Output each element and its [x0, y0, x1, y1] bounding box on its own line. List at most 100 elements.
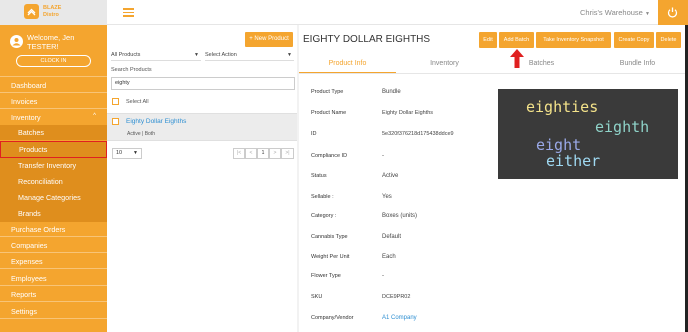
nav-inventory-label: Inventory	[11, 113, 41, 122]
weight-per-unit-value: Each	[382, 254, 396, 260]
nav-products[interactable]: Products	[0, 141, 107, 158]
nav-transfer-inventory[interactable]: Transfer Inventory	[0, 158, 107, 174]
select-all-checkbox[interactable]	[112, 98, 119, 105]
sku-value: DCE9PR02	[382, 294, 411, 300]
product-status: Active | Both	[127, 131, 155, 137]
action-select[interactable]: Select Action ▼	[205, 52, 294, 61]
pager-current-page[interactable]: 1	[257, 148, 269, 159]
tab-product-info[interactable]: Product Info	[299, 55, 396, 73]
nav-divider	[0, 236, 107, 237]
pager-prev-button[interactable]: <	[245, 148, 257, 159]
brand-header: BLAZE Distro	[0, 0, 107, 25]
field-label: Product Name	[311, 110, 347, 116]
search-input[interactable]: eighty	[111, 77, 295, 90]
nav-inventory[interactable]: Inventory ^	[0, 113, 107, 124]
chevron-down-icon: ▼	[644, 11, 650, 17]
wordcloud-word: eighth	[595, 118, 650, 136]
tabs-divider	[299, 73, 688, 74]
nav-divider	[0, 285, 107, 286]
chevron-down-icon: ▼	[133, 150, 138, 156]
create-copy-button[interactable]: Create Copy	[614, 32, 654, 48]
delete-button[interactable]: Delete	[656, 32, 681, 48]
nav-purchase-orders[interactable]: Purchase Orders	[0, 225, 107, 234]
new-product-button[interactable]: + New Product	[245, 32, 293, 47]
status-value: Active	[382, 173, 399, 179]
product-name-link[interactable]: Eighty Dollar Eighths	[126, 118, 186, 125]
nav-employees[interactable]: Employees	[0, 274, 107, 283]
top-bar: Chris's Warehouse ▼	[107, 0, 688, 25]
chevron-up-icon: ^	[93, 113, 96, 119]
company-vendor-link[interactable]: A1 Company	[382, 315, 417, 321]
field-label: SKU	[311, 294, 323, 300]
action-select-value: Select Action	[205, 52, 237, 58]
product-filter-value: All Products	[111, 52, 141, 58]
page-size-value: 10	[116, 150, 123, 156]
product-name-value: Eighty Dollar Eighths	[382, 110, 434, 116]
cannabis-type-value: Default	[382, 234, 402, 240]
field-label: Category :	[311, 213, 337, 219]
product-image: eighties eighth eight either	[498, 89, 678, 179]
power-icon	[667, 7, 678, 18]
nav-divider	[0, 252, 107, 253]
tab-inventory[interactable]: Inventory	[396, 55, 493, 73]
nav-expenses[interactable]: Expenses	[0, 257, 107, 266]
item-checkbox[interactable]	[112, 118, 119, 125]
nav-invoices[interactable]: Invoices	[0, 97, 107, 106]
field-label: Sellable :	[311, 194, 334, 200]
add-batch-button[interactable]: Add Batch	[499, 32, 534, 48]
brand-name: BLAZE Distro	[43, 5, 62, 18]
field-label: Status	[311, 173, 327, 179]
nav-divider	[0, 301, 107, 302]
chevron-down-icon: ▼	[287, 52, 292, 58]
category-value: Boxes (units)	[382, 213, 418, 219]
field-label: Company/Vendor	[311, 315, 354, 321]
warehouse-selector[interactable]: Chris's Warehouse ▼	[580, 8, 650, 17]
pager-first-button[interactable]: |<	[233, 148, 245, 159]
nav-reconciliation[interactable]: Reconciliation	[0, 174, 107, 190]
nav-divider	[0, 318, 107, 319]
field-label: Weight Per Unit	[311, 254, 350, 260]
nav-divider	[0, 76, 107, 77]
flower-type-value: -	[382, 273, 384, 279]
field-label: Flower Type	[311, 273, 341, 279]
tab-bundle-info[interactable]: Bundle Info	[590, 55, 685, 73]
nav-batches[interactable]: Batches	[0, 125, 107, 140]
nav-dashboard[interactable]: Dashboard	[0, 81, 107, 90]
search-label: Search Products	[111, 67, 152, 73]
nav-divider	[0, 92, 107, 93]
page-title: EIGHTY DOLLAR EIGHTHS	[303, 34, 431, 45]
wordcloud-word: either	[546, 152, 601, 170]
user-avatar-icon	[10, 35, 23, 48]
nav-companies[interactable]: Companies	[0, 241, 107, 250]
blaze-logo-icon	[24, 4, 39, 19]
nav-divider	[0, 108, 107, 109]
nav-reports[interactable]: Reports	[0, 290, 107, 299]
compliance-id-value: -	[382, 153, 384, 159]
select-all-label: Select All	[126, 99, 149, 105]
tab-batches[interactable]: Batches	[493, 55, 590, 73]
user-welcome: Welcome, Jen TESTER!	[27, 33, 75, 51]
nav-brands[interactable]: Brands	[0, 206, 107, 222]
product-id-value: 5e320f376218d175438ddce9	[382, 131, 454, 137]
page-size-select[interactable]: 10 ▼	[112, 148, 142, 159]
sellable-value: Yes	[382, 194, 392, 200]
field-label: ID	[311, 131, 317, 137]
power-button[interactable]	[658, 0, 688, 25]
nav-manage-categories[interactable]: Manage Categories	[0, 190, 107, 206]
nav-settings[interactable]: Settings	[0, 307, 107, 316]
field-label: Cannabis Type	[311, 234, 348, 240]
product-filter-select[interactable]: All Products ▼	[111, 52, 201, 61]
pager-last-button[interactable]: >|	[281, 148, 294, 159]
chevron-down-icon: ▼	[194, 52, 199, 58]
wordcloud-word: eighties	[526, 98, 599, 116]
field-label: Compliance ID	[311, 153, 348, 159]
take-inventory-snapshot-button[interactable]: Take Inventory Snapshot	[536, 32, 611, 48]
edit-button[interactable]: Edit	[479, 32, 497, 48]
product-type-value: Bundle	[382, 89, 401, 95]
nav-divider	[0, 268, 107, 269]
hamburger-menu-icon[interactable]	[123, 8, 134, 17]
clock-in-button[interactable]: CLOCK IN	[16, 55, 91, 67]
warehouse-label: Chris's Warehouse	[580, 8, 643, 17]
field-label: Product Type	[311, 89, 344, 95]
pager-next-button[interactable]: >	[269, 148, 281, 159]
